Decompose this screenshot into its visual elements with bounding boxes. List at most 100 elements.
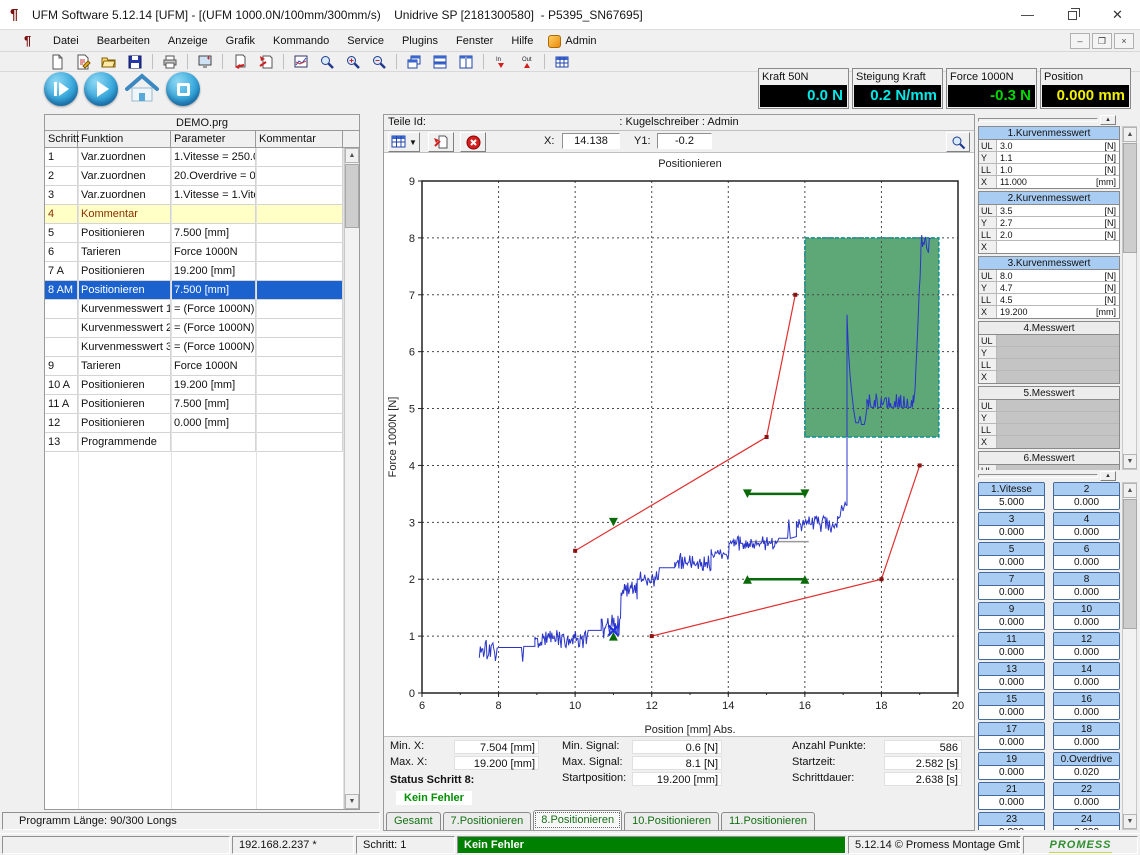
tile-vertical-icon[interactable] [453,52,479,71]
variable-5[interactable]: 50.000 [978,542,1045,570]
measurement-value[interactable]: 8.0[N] [997,270,1119,281]
measurement-value[interactable]: 3.5[N] [997,205,1119,216]
variable-13[interactable]: 130.000 [978,662,1045,690]
scroll-down-icon[interactable]: ▼ [345,794,359,809]
print-icon[interactable] [157,52,183,71]
variable-0-overdrive[interactable]: 0.Overdrive0.020 [1053,752,1120,780]
variable-15[interactable]: 150.000 [978,692,1045,720]
menu-item-service[interactable]: Service [338,30,393,52]
table-row[interactable]: 12Positionieren0.000 [mm] [45,414,359,433]
program-scrollbar[interactable]: ▲ ▼ [344,148,359,809]
splitter-track[interactable] [978,474,1098,478]
variable-17[interactable]: 170.000 [978,722,1045,750]
column-header-schritt[interactable]: Schritt [45,131,78,147]
variable-12[interactable]: 120.000 [1053,632,1120,660]
export-page-icon[interactable] [227,52,253,71]
menu-item-anzeige[interactable]: Anzeige [159,30,217,52]
new-document-icon[interactable] [44,52,70,71]
variable-7[interactable]: 70.000 [978,572,1045,600]
copy-curve-button[interactable] [428,132,454,152]
variable-4[interactable]: 40.000 [1053,512,1120,540]
variable-18[interactable]: 180.000 [1053,722,1120,750]
measurement-value[interactable]: 2.7[N] [997,217,1119,228]
measurement-value[interactable] [997,347,1119,358]
menu-user[interactable]: Admin [542,30,602,52]
table-row[interactable]: 4Kommentar [45,205,359,224]
scroll-down-icon[interactable]: ▼ [1123,454,1137,469]
measurement-value[interactable] [997,436,1119,448]
chart-plot-area[interactable]: Positionieren681012141618200123456789For… [384,153,974,737]
tab-10-positionieren[interactable]: 10.Positionieren [624,812,719,830]
variable-10[interactable]: 100.000 [1053,602,1120,630]
variable-2[interactable]: 20.000 [1053,482,1120,510]
scrollbar-thumb[interactable] [1123,143,1137,253]
tab-8-positionieren[interactable]: 8.Positionieren [533,810,622,830]
measurement-value[interactable]: 3.0[N] [997,140,1119,151]
chart-zoom-button[interactable] [946,132,970,152]
open-folder-icon[interactable] [96,52,122,71]
measurement-value[interactable]: 1.1[N] [997,152,1119,163]
scroll-down-icon[interactable]: ▼ [1123,814,1137,829]
menu-item-kommando[interactable]: Kommando [264,30,338,52]
variable-14[interactable]: 140.000 [1053,662,1120,690]
measurement-value[interactable] [997,400,1119,411]
variable-9[interactable]: 90.000 [978,602,1045,630]
menu-item-hilfe[interactable]: Hilfe [502,30,542,52]
table-row[interactable]: Kurvenmesswert 2= (Force 1000N) M [45,319,359,338]
scrollbar-thumb[interactable] [345,164,359,228]
table-row[interactable]: 2Var.zuordnen20.Overdrive = 0.0 [45,167,359,186]
close-button[interactable]: ✕ [1095,0,1140,30]
variable-16[interactable]: 160.000 [1053,692,1120,720]
measurement-value[interactable] [997,359,1119,370]
play-button[interactable] [84,72,118,106]
splitter-track[interactable] [978,118,1098,122]
chart-svg[interactable]: Positionieren681012141618200123456789For… [384,153,974,736]
table-row[interactable]: Kurvenmesswert 3= (Force 1000N) F [45,338,359,357]
mdi-minimize-button[interactable]: – [1070,33,1090,49]
variable-24[interactable]: 240.000 [1053,812,1120,830]
measurement-value[interactable]: 1.0[N] [997,164,1119,175]
import-page-icon[interactable] [253,52,279,71]
tab-gesamt[interactable]: Gesamt [386,812,441,830]
table-row[interactable]: 7 APositionieren19.200 [mm] [45,262,359,281]
measurement-value[interactable] [997,424,1119,435]
mdi-restore-button[interactable]: ❐ [1092,33,1112,49]
tab-11-positionieren[interactable]: 11.Positionieren [721,812,815,830]
data-table-icon[interactable] [549,52,575,71]
measurement-value[interactable] [997,241,1119,253]
measurement-value[interactable]: 4.7[N] [997,282,1119,293]
measurements-scrollbar[interactable]: ▲ ▼ [1122,126,1137,470]
cascade-windows-icon[interactable] [401,52,427,71]
measurement-value[interactable]: 2.0[N] [997,229,1119,240]
scroll-up-icon[interactable]: ▲ [1123,483,1137,498]
variable-3[interactable]: 30.000 [978,512,1045,540]
table-row[interactable]: 11 APositionieren7.500 [mm] [45,395,359,414]
step-button[interactable] [44,72,78,106]
variable-11[interactable]: 110.000 [978,632,1045,660]
scroll-up-icon[interactable]: ▲ [345,148,359,163]
column-header-kommentar[interactable]: Kommentar [256,131,343,147]
menu-item-bearbeiten[interactable]: Bearbeiten [88,30,159,52]
table-row[interactable]: 8 AMPositionieren7.500 [mm] [45,281,359,300]
signal-out-icon[interactable]: Out [514,52,540,71]
table-row[interactable]: 10 APositionieren19.200 [mm] [45,376,359,395]
measurement-value[interactable] [997,412,1119,423]
zoom-out-icon[interactable] [366,52,392,71]
zoom-in-icon[interactable] [340,52,366,71]
scroll-up-icon[interactable]: ▲ [1123,127,1137,142]
table-row[interactable]: 6TarierenForce 1000N [45,243,359,262]
table-row[interactable]: 9TarierenForce 1000N [45,357,359,376]
measurement-value[interactable]: 11.000[mm] [997,176,1119,188]
table-row[interactable]: 5Positionieren7.500 [mm] [45,224,359,243]
splitter-collapse-button[interactable]: ▲ [1100,471,1116,481]
cancel-button[interactable] [460,132,486,152]
variable-1-vitesse[interactable]: 1.Vitesse5.000 [978,482,1045,510]
measurement-value[interactable]: 19.200[mm] [997,306,1119,318]
edit-program-icon[interactable] [70,52,96,71]
signal-in-icon[interactable]: In [488,52,514,71]
table-row[interactable]: 13Programmende [45,433,359,452]
measurement-value[interactable] [997,335,1119,346]
variable-23[interactable]: 230.000 [978,812,1045,830]
mdi-close-button[interactable]: × [1114,33,1134,49]
tile-horizontal-icon[interactable] [427,52,453,71]
